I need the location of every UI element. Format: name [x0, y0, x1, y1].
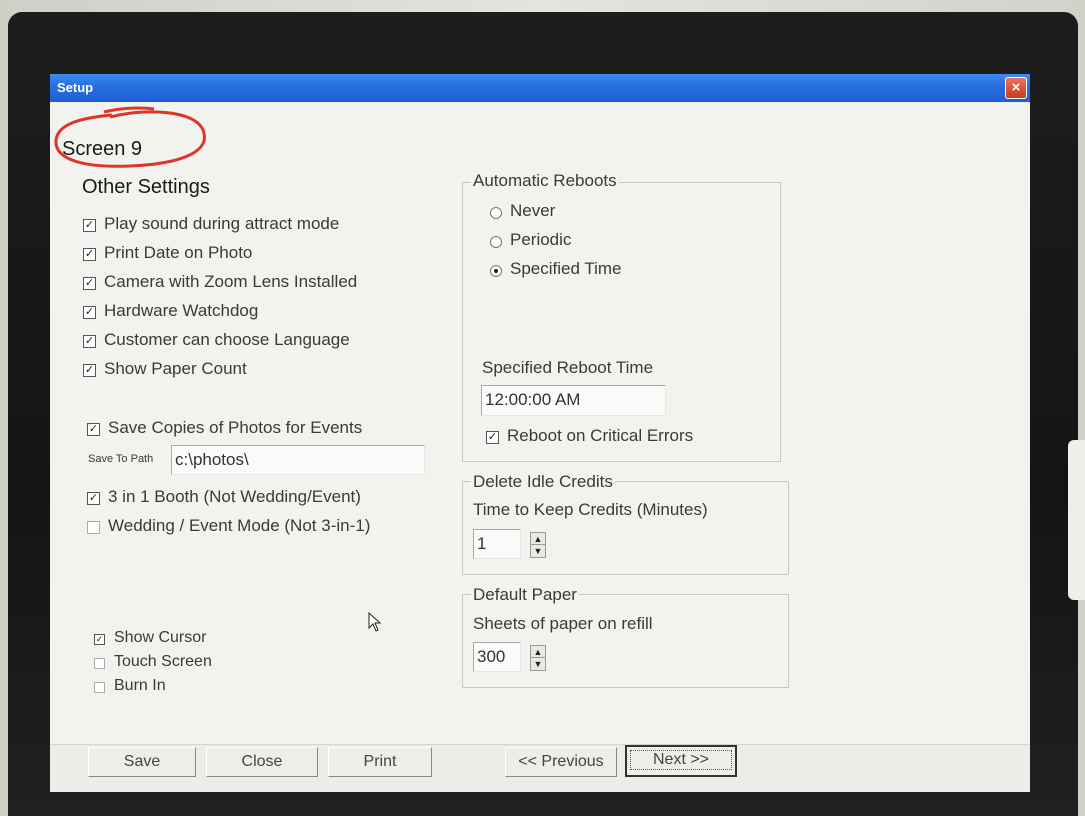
- show-cursor-label: Show Cursor: [114, 629, 207, 646]
- watchdog-label: Hardware Watchdog: [104, 301, 259, 320]
- print-date-label: Print Date on Photo: [104, 243, 253, 262]
- burn-in-checkbox[interactable]: [94, 682, 105, 693]
- button-bar: Save Close Print << Previous Next >>: [50, 744, 1030, 792]
- setup-window: Setup × Screen 9 Other Settings ✓ Play s…: [50, 74, 1030, 792]
- play-sound-checkbox[interactable]: ✓: [83, 219, 96, 232]
- critical-errors-label: Reboot on Critical Errors: [507, 426, 694, 445]
- reboot-never-radio[interactable]: [490, 207, 502, 219]
- save-copies-label: Save Copies of Photos for Events: [108, 418, 363, 437]
- critical-errors-checkbox[interactable]: ✓: [486, 431, 499, 444]
- spin-down-icon[interactable]: ▼: [531, 545, 545, 557]
- close-window-button[interactable]: ×: [1005, 77, 1027, 99]
- close-button[interactable]: Close: [206, 747, 318, 777]
- language-label: Customer can choose Language: [104, 330, 350, 349]
- sheets-on-refill-label: Sheets of paper on refill: [473, 614, 653, 633]
- reboot-time-input[interactable]: 12:00:00 AM: [481, 385, 666, 416]
- previous-button[interactable]: << Previous: [505, 747, 617, 777]
- touch-screen-label: Touch Screen: [114, 653, 212, 670]
- settings-panel: Screen 9 Other Settings ✓ Play sound dur…: [58, 104, 1022, 744]
- sheets-on-refill-spinner[interactable]: ▲ ▼: [530, 645, 546, 671]
- show-cursor-checkbox[interactable]: ✓: [94, 634, 105, 645]
- paper-count-label: Show Paper Count: [104, 359, 247, 378]
- reboot-periodic-label: Periodic: [510, 230, 572, 249]
- reboot-periodic-radio[interactable]: [490, 236, 502, 248]
- save-button[interactable]: Save: [88, 747, 196, 777]
- keep-credits-spinner[interactable]: ▲ ▼: [530, 532, 546, 558]
- default-paper-group: [462, 594, 789, 688]
- next-button[interactable]: Next >>: [625, 745, 737, 777]
- spin-up-icon[interactable]: ▲: [531, 533, 545, 545]
- keep-credits-input[interactable]: 1: [473, 529, 521, 559]
- window-title: Setup: [57, 80, 94, 95]
- close-icon: ×: [1011, 79, 1021, 96]
- play-sound-label: Play sound during attract mode: [104, 214, 340, 233]
- save-copies-checkbox[interactable]: ✓: [87, 423, 100, 436]
- save-path-label: Save To Path: [88, 453, 154, 465]
- reboot-never-label: Never: [510, 201, 556, 220]
- keep-credits-label: Time to Keep Credits (Minutes): [473, 500, 708, 519]
- wedding-mode-label: Wedding / Event Mode (Not 3-in-1): [108, 516, 371, 535]
- idle-credits-group: [462, 481, 789, 575]
- reboot-specified-label: Specified Time: [510, 259, 622, 278]
- window-titlebar: Setup ×: [50, 74, 1030, 102]
- three-in-one-label: 3 in 1 Booth (Not Wedding/Event): [108, 487, 361, 506]
- paper-count-checkbox[interactable]: ✓: [83, 364, 96, 377]
- touch-screen-checkbox[interactable]: [94, 658, 105, 669]
- spin-up-icon[interactable]: ▲: [531, 646, 545, 658]
- language-checkbox[interactable]: ✓: [83, 335, 96, 348]
- three-in-one-checkbox[interactable]: ✓: [87, 492, 100, 505]
- zoom-lens-checkbox[interactable]: ✓: [83, 277, 96, 290]
- paper-edge: [1068, 440, 1085, 600]
- automatic-reboots-group: [462, 182, 781, 462]
- wedding-mode-checkbox[interactable]: [87, 521, 100, 534]
- save-path-input[interactable]: c:\photos\: [171, 445, 425, 475]
- mouse-cursor-icon: [368, 612, 382, 632]
- print-date-checkbox[interactable]: ✓: [83, 248, 96, 261]
- reboot-time-label: Specified Reboot Time: [482, 358, 654, 377]
- default-paper-title: Default Paper: [471, 585, 579, 605]
- print-button[interactable]: Print: [328, 747, 432, 777]
- annotation-circle: [54, 106, 206, 168]
- sheets-on-refill-input[interactable]: 300: [473, 642, 521, 672]
- reboot-specified-radio[interactable]: [490, 265, 502, 277]
- watchdog-checkbox[interactable]: ✓: [83, 306, 96, 319]
- zoom-lens-label: Camera with Zoom Lens Installed: [104, 272, 358, 291]
- spin-down-icon[interactable]: ▼: [531, 658, 545, 670]
- idle-credits-title: Delete Idle Credits: [471, 472, 615, 492]
- next-button-label: Next >>: [630, 750, 732, 770]
- burn-in-label: Burn In: [114, 677, 166, 694]
- automatic-reboots-title: Automatic Reboots: [471, 171, 619, 191]
